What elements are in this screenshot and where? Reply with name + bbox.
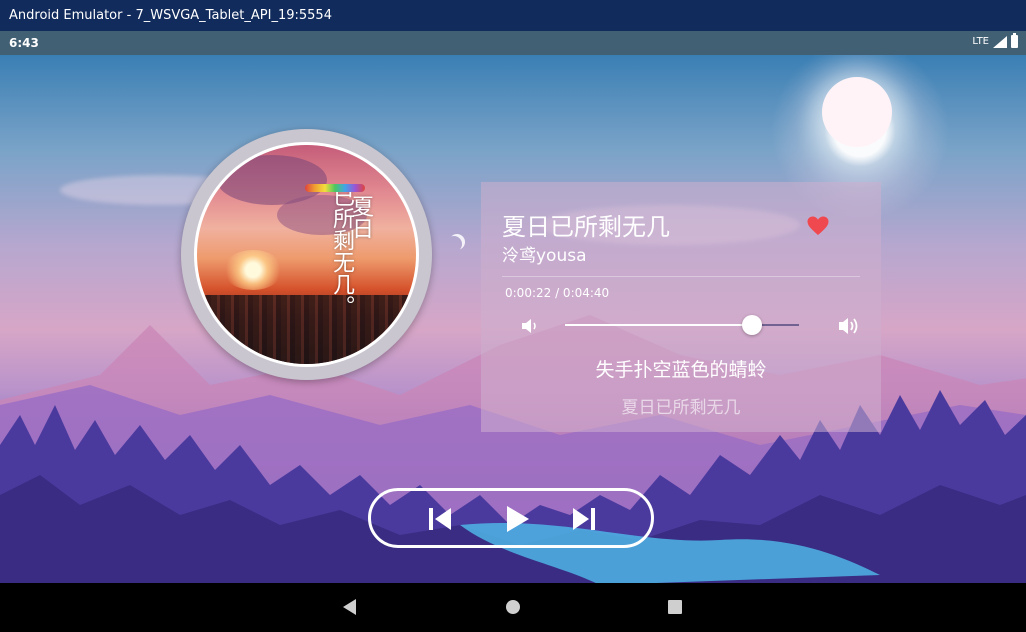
window-title-bar: Android Emulator - 7_WSVGA_Tablet_API_19…	[0, 0, 1026, 31]
album-disc: 夏日 已所剩无几。	[181, 129, 432, 380]
album-art-subtitle: 已所剩无几。	[329, 185, 354, 317]
art-city	[197, 295, 416, 364]
volume-slider[interactable]	[565, 314, 799, 336]
volume-fill	[565, 324, 753, 326]
battery-icon	[1011, 33, 1018, 48]
lyric-current: 失手扑空蓝色的蜻蛉	[595, 359, 767, 381]
status-time: 6:43	[9, 36, 39, 50]
volume-low-icon[interactable]	[521, 318, 539, 334]
favorite-heart-icon[interactable]	[806, 214, 830, 238]
android-nav-bar	[0, 583, 1026, 632]
album-disc-ring: 夏日 已所剩无几。	[194, 142, 419, 367]
play-icon[interactable]	[501, 504, 533, 534]
rainbow-accent	[305, 184, 365, 192]
lyric-next: 夏日已所剩无几	[621, 398, 741, 418]
song-info-panel: 夏日已所剩无几 泠鸢yousa 0:00:22 / 0:04:40 失手扑空蓝色…	[481, 182, 881, 432]
next-icon[interactable]	[569, 504, 601, 534]
signal-icon	[993, 35, 1007, 48]
playback-time: 0:00:22 / 0:04:40	[505, 286, 610, 300]
status-bar: 6:43 LTE	[0, 31, 1026, 55]
volume-high-icon[interactable]	[838, 316, 860, 336]
artist-name: 泠鸢yousa	[502, 246, 587, 266]
status-icons: LTE	[972, 33, 1018, 48]
network-type: LTE	[972, 36, 989, 47]
moon-crescent	[446, 236, 462, 252]
back-icon[interactable]	[330, 583, 370, 632]
sun-image	[822, 77, 892, 147]
divider	[502, 276, 860, 277]
playback-controls	[368, 488, 654, 548]
window-title: Android Emulator - 7_WSVGA_Tablet_API_19…	[9, 8, 332, 23]
art-sun	[223, 250, 283, 290]
home-icon[interactable]	[493, 583, 533, 632]
previous-icon[interactable]	[425, 504, 457, 534]
volume-thumb[interactable]	[742, 315, 763, 335]
album-art: 夏日 已所剩无几。	[197, 145, 416, 364]
recents-icon[interactable]	[655, 583, 695, 632]
song-title: 夏日已所剩无几	[502, 213, 670, 241]
